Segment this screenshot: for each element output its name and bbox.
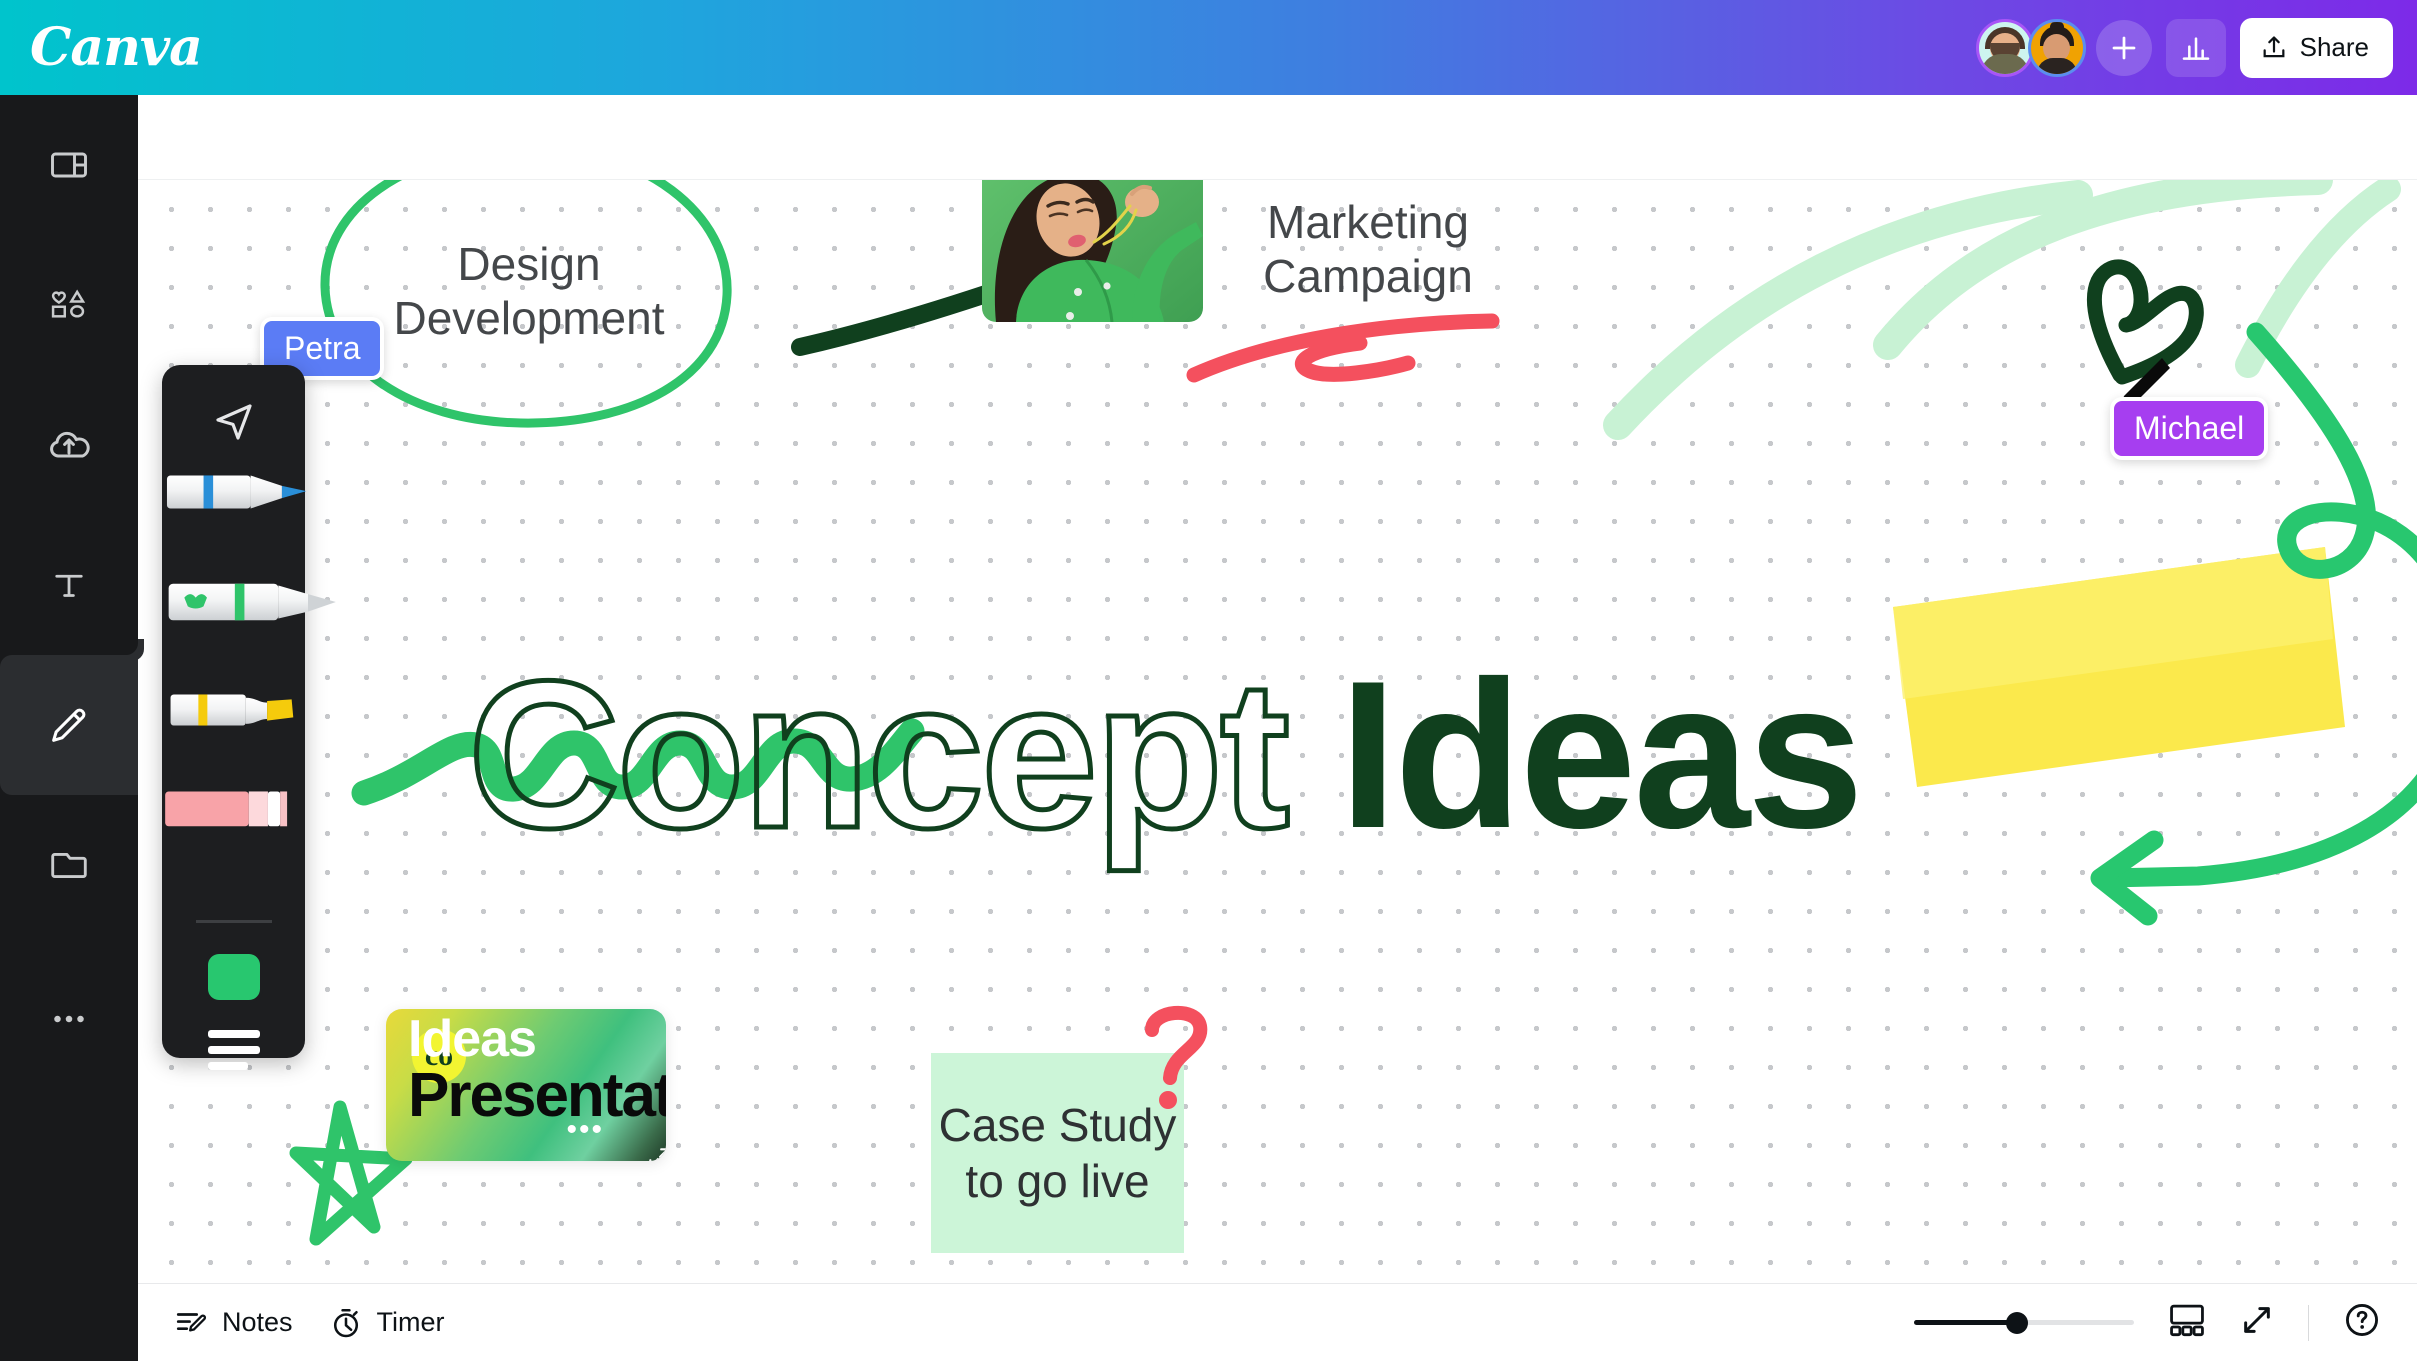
canvas-toolbar-strip [138,95,2417,180]
sidebar-item-apps[interactable] [0,949,138,1089]
bar-chart-icon [2182,36,2209,60]
select-tool-button[interactable] [162,387,305,457]
timer-label: Timer [376,1307,445,1337]
plus-icon [2112,36,2135,59]
red-underline-doodle[interactable] [1180,313,1510,393]
headline-word-ideas[interactable]: Ideas [1339,650,1864,860]
cloud-upload-icon [50,431,90,458]
draw-tool-palette[interactable] [162,365,336,1070]
highlighter-tool-yellow[interactable] [156,683,316,737]
avatar-collaborator-2[interactable] [2027,18,2086,77]
eraser-tool-pink[interactable] [156,781,298,835]
upload-icon [2263,35,2285,57]
left-sidebar [0,95,138,1361]
whiteboard-canvas[interactable]: Design Development Marketing Campaign Pe… [138,95,2417,1283]
text-t-icon [55,574,83,597]
circle-note-line2: Development [393,292,665,345]
sticky-note-line2: to go live [965,1155,1150,1207]
sidebar-item-design[interactable] [0,95,138,235]
help-button[interactable] [2343,1301,2381,1344]
fullscreen-icon [2244,1307,2270,1333]
bottom-bar-left: Notes Timer [174,1306,445,1340]
presentation-card[interactable]: co Ideas Presentation ••• [386,1009,666,1161]
color-swatch-green[interactable] [208,954,260,1000]
pages-view-button[interactable] [2168,1303,2206,1342]
notes-label: Notes [222,1307,293,1337]
timer-button[interactable]: Timer [329,1306,445,1340]
bottom-bar-divider [2308,1304,2309,1341]
sidebar-item-draw[interactable] [0,633,138,795]
circle-note-text[interactable]: Design Development [334,237,724,346]
marker-tool-green[interactable] [156,575,352,629]
presentation-card-title-2: Presentation [408,1061,666,1130]
expand-icon [649,1148,666,1161]
pages-grid-icon [2170,1304,2204,1337]
layout-icon [51,152,87,178]
add-collaborator-button[interactable] [2095,19,2152,76]
stopwatch-icon [333,1308,358,1337]
marketing-note-text[interactable]: Marketing Campaign [1198,195,1538,304]
marketing-note-line1: Marketing [1267,196,1469,248]
canvas-objects: Design Development Marketing Campaign Pe… [138,95,2417,1283]
help-question-icon [2346,1304,2378,1336]
folder-icon [51,853,87,878]
presentation-card-more-button[interactable]: ••• [566,1113,604,1147]
canva-logo[interactable]: Canva [30,17,203,78]
zoom-slider-fill [1914,1320,2018,1325]
headline-concept-ideas[interactable]: Concept Ideas [466,647,1865,862]
sidebar-item-projects[interactable] [0,795,138,935]
notes-button[interactable]: Notes [174,1306,293,1340]
bottom-bar: Notes Timer [138,1283,2417,1361]
large-arrow-doodle[interactable] [2078,310,2417,930]
question-mark-doodle[interactable] [1138,1000,1218,1130]
shapes-icon [51,289,86,318]
cursor-arrow-icon [215,404,252,440]
marketing-note-line2: Campaign [1263,250,1473,303]
notes-pencil-icon [176,1312,207,1331]
circle-note-line1: Design [457,238,601,290]
pen-tool-blue[interactable] [156,465,326,519]
share-button[interactable]: Share [2239,17,2393,78]
pencil-icon [52,708,86,742]
zoom-slider-thumb[interactable] [2006,1311,2029,1334]
top-bar: Canva Share [0,0,2417,95]
analytics-button[interactable] [2165,18,2226,77]
top-bar-actions: Share [1975,17,2393,78]
fullscreen-button[interactable] [2240,1303,2274,1342]
headline-word-concept[interactable]: Concept [466,647,1293,862]
palette-divider [196,920,272,923]
bottom-bar-right [1914,1301,2381,1344]
sidebar-item-uploads[interactable] [0,375,138,515]
more-dots-icon [54,1015,84,1023]
zoom-slider[interactable] [1914,1311,2134,1335]
stroke-width-button[interactable] [208,1030,260,1070]
sidebar-item-elements[interactable] [0,235,138,375]
share-button-label: Share [2299,32,2369,62]
avatar-collaborator-1[interactable] [1975,18,2034,77]
